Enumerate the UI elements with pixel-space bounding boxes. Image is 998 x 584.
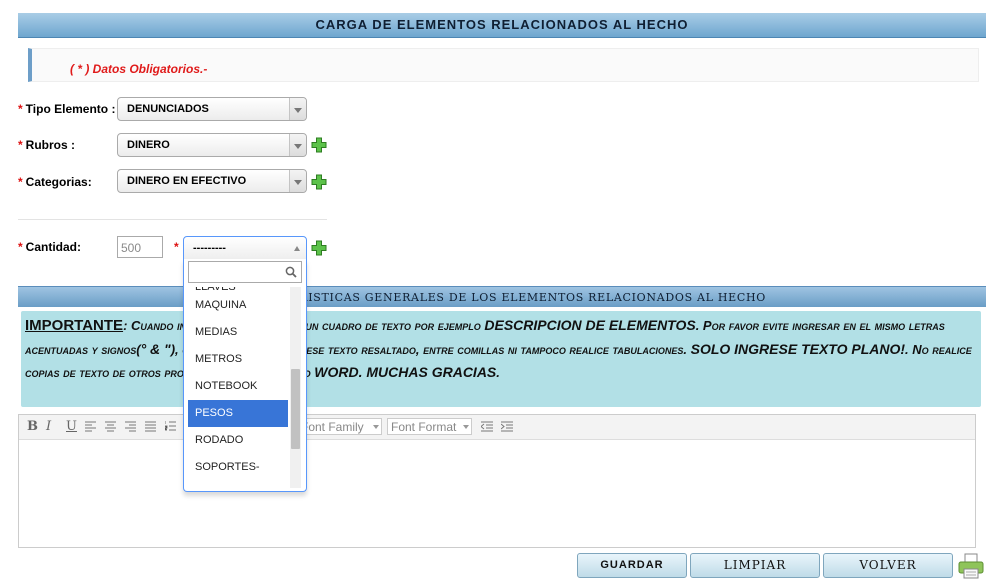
dropdown-search-input[interactable] [188,261,302,283]
outdent-icon[interactable] [481,421,493,432]
dropdown-option[interactable]: SOPORTES- [188,454,288,481]
align-justify-icon[interactable] [145,421,156,432]
align-center-icon[interactable] [105,421,116,432]
section-header: CARACTERISTICAS GENERALES DE LOS ELEMENT… [18,286,986,307]
required-mark: * [174,240,179,254]
cantidad-input[interactable]: 500 [117,236,163,258]
chevron-down-icon [463,425,469,429]
chevron-down-icon [289,170,306,192]
italic-button[interactable]: I [46,419,51,434]
rubros-label: * Rubros : [18,138,76,152]
page-title-bar: CARGA DE ELEMENTOS RELACIONADOS AL HECHO [18,13,986,38]
dropdown-option[interactable]: MAQUINA [188,292,288,319]
print-icon[interactable] [957,552,985,580]
font-family-select[interactable]: Font Family [297,418,382,435]
dropdown-options: LLAVES MAQUINA MEDIAS METROS NOTEBOOK PE… [188,287,288,488]
required-notice-text: ( * ) Datos Obligatorios.- [70,62,208,76]
align-right-icon[interactable] [125,421,136,432]
section-title: CARACTERISTICAS GENERALES DE LOS ELEMENT… [237,291,766,304]
search-icon [285,266,297,278]
editor-toolbar: B I U Font Family Font Format [19,415,975,440]
tipo-elemento-value: DENUNCIADOS [127,103,209,115]
numbered-list-icon[interactable] [165,421,176,432]
required-mark: * [18,240,23,254]
guardar-button[interactable]: GUARDAR [577,553,687,578]
unidad-select[interactable]: --------- [183,236,307,260]
chevron-down-icon [289,134,306,156]
dropdown-option[interactable]: MEDIAS [188,319,288,346]
add-unidad-icon[interactable] [311,240,327,256]
required-mark: * [18,138,23,152]
categorias-label: * Categorias: [18,175,92,189]
chevron-up-icon [294,246,300,251]
unidad-value: --------- [193,242,226,254]
unidad-dropdown: LLAVES MAQUINA MEDIAS METROS NOTEBOOK PE… [183,259,307,492]
rubros-value: DINERO [127,139,170,151]
align-left-icon[interactable] [85,421,96,432]
add-rubro-icon[interactable] [311,137,327,153]
important-heading: IMPORTANTE [25,317,124,334]
tipo-elemento-label: * Tipo Elemento : [18,102,116,116]
add-categoria-icon[interactable] [311,174,327,190]
indent-icon[interactable] [501,421,513,432]
categorias-select[interactable]: DINERO EN EFECTIVO [117,169,307,193]
scrollbar-thumb[interactable] [291,369,300,449]
dropdown-option[interactable]: METROS [188,346,288,373]
rubros-select[interactable]: DINERO [117,133,307,157]
divider [18,219,327,220]
description-editor[interactable]: B I U Font Family Font Format [18,414,976,548]
required-mark: * [18,175,23,189]
underline-button[interactable]: U [66,419,77,434]
chevron-down-icon [373,425,379,429]
cantidad-label: * Cantidad: [18,240,82,254]
required-notice: ( * ) Datos Obligatorios.- [28,48,979,82]
page-title: CARGA DE ELEMENTOS RELACIONADOS AL HECHO [315,17,689,32]
categorias-value: DINERO EN EFECTIVO [127,175,247,187]
dropdown-scrollbar[interactable] [290,287,301,488]
important-notice: IMPORTANTE: Cuando ingrese informacion e… [21,311,981,407]
bold-button[interactable]: B [27,419,38,434]
required-mark: * [18,102,23,116]
dropdown-option-highlighted[interactable]: PESOS [188,400,288,427]
dropdown-option[interactable]: NOTEBOOK [188,373,288,400]
limpiar-button[interactable]: LIMPIAR [690,553,820,578]
font-format-select[interactable]: Font Format [387,418,472,435]
volver-button[interactable]: VOLVER [823,553,953,578]
dropdown-option[interactable]: RODADO [188,427,288,454]
tipo-elemento-select[interactable]: DENUNCIADOS [117,97,307,121]
cantidad-placeholder: 500 [121,241,142,255]
chevron-down-icon [289,98,306,120]
